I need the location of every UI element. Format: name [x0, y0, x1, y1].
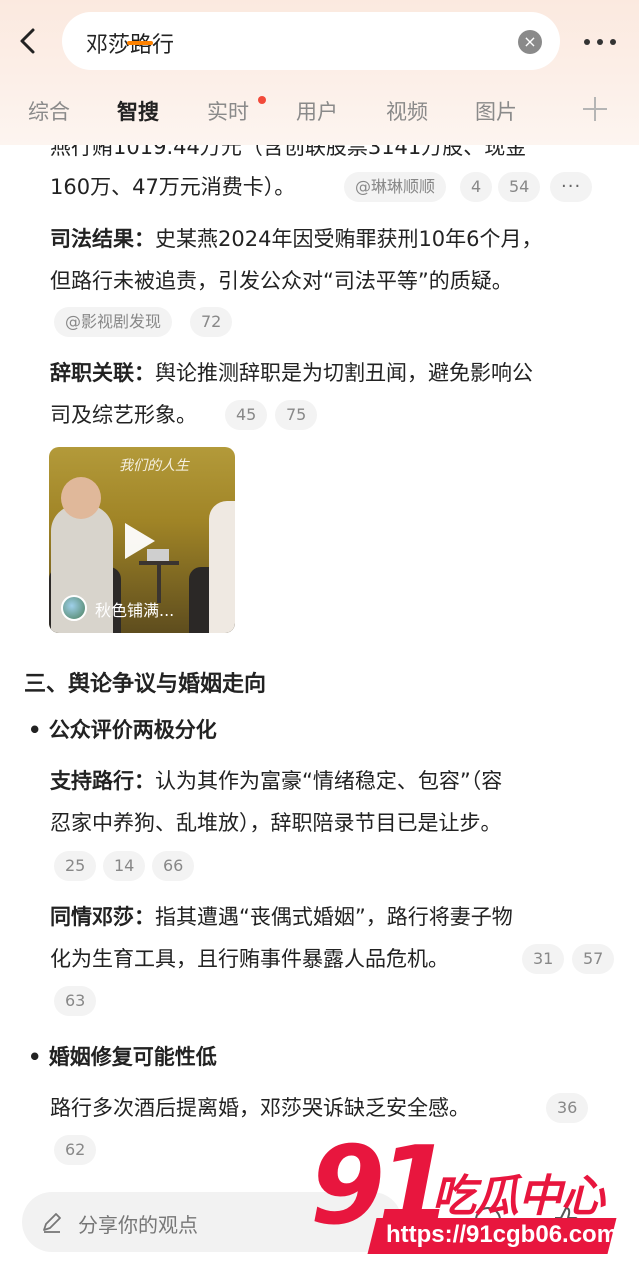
tab-images[interactable]: 图片: [475, 96, 517, 126]
bullet-heading: • 公众评价两极分化: [28, 718, 217, 742]
reference-chip[interactable]: 4: [460, 172, 493, 202]
reference-chip[interactable]: 75: [275, 400, 318, 430]
reference-chip[interactable]: 36: [546, 1093, 589, 1123]
reference-chip[interactable]: 45: [225, 400, 268, 430]
clear-icon[interactable]: ×: [518, 30, 542, 54]
support-label: 支持路行：: [50, 769, 155, 793]
reference-chip[interactable]: 54: [498, 172, 541, 202]
sympathy-label: 同情邓莎：: [50, 905, 155, 929]
video-logo: 我们的人生: [119, 458, 189, 474]
resign-paragraph: 辞职关联：舆论推测辞职是为切割丑闻，避免影响公: [50, 358, 533, 388]
judicial-text: 史某燕2024年因受贿罪获刑10年6个月，: [155, 227, 543, 251]
support-paragraph: 支持路行：认为其作为富豪“情绪稳定、包容”（容: [50, 766, 502, 796]
video-author: 秋色铺满...: [95, 601, 175, 620]
more-options-icon[interactable]: [582, 26, 618, 56]
reference-chip[interactable]: 62: [54, 1135, 97, 1165]
resign-text: 舆论推测辞职是为切割丑闻，避免影响公: [155, 361, 533, 385]
reference-chip[interactable]: 63: [54, 986, 97, 1016]
support-text: 认为其作为富豪“情绪稳定、包容”（容: [155, 769, 503, 793]
support-text-line2: 忍家中养狗、乱堆放），辞职陪录节目已是让步。: [50, 811, 502, 835]
tab-comprehensive[interactable]: 综合: [28, 96, 70, 126]
result-content: 燕行贿1019.44万元（含创联股票3141万股、现金 160万、47万元消费卡…: [0, 0, 639, 1280]
play-icon[interactable]: [125, 523, 155, 559]
tab-bar: 综合 智搜 实时 用户 视频 图片: [0, 92, 639, 132]
video-scene: [61, 477, 101, 519]
tab-videos[interactable]: 视频: [386, 96, 428, 126]
reference-chip[interactable]: 57: [572, 944, 615, 974]
comment-placeholder: 分享你的观点: [78, 1213, 198, 1237]
bullet-heading-text: 公众评价两极分化: [48, 718, 217, 742]
reference-chip[interactable]: 14: [103, 851, 146, 881]
reference-chip[interactable]: 31: [522, 944, 565, 974]
bullet-heading: • 婚姻修复可能性低: [28, 1045, 217, 1069]
back-icon[interactable]: [14, 26, 44, 56]
dot: [597, 39, 603, 45]
tab-smart-search[interactable]: 智搜: [117, 96, 159, 126]
reference-chip[interactable]: 72: [190, 307, 233, 337]
reference-chip[interactable]: 25: [54, 851, 97, 881]
dot: [610, 39, 616, 45]
resign-label: 辞职关联：: [50, 361, 155, 385]
notification-dot: [258, 96, 266, 104]
reference-chip[interactable]: 66: [152, 851, 195, 881]
watermark: 91 吃瓜中心 https://91cgb06.com: [310, 1132, 630, 1262]
resign-text-line2: 司及综艺形象。: [50, 403, 197, 427]
video-scene: [209, 501, 235, 633]
sympathy-text-line2: 化为生育工具，且行贿事件暴露人品危机。: [50, 947, 449, 971]
search-header: 邓莎路行 × 综合 智搜 实时 用户 视频 图片: [0, 0, 639, 145]
add-tab-icon[interactable]: [583, 97, 607, 121]
tab-realtime[interactable]: 实时: [207, 96, 249, 126]
sympathy-text: 指其遭遇“丧偶式婚姻”，路行将妻子物: [155, 905, 513, 929]
judicial-label: 司法结果：: [50, 227, 155, 251]
video-card[interactable]: 我们的人生 秋色铺满...: [49, 447, 235, 633]
section-title: 三、舆论争议与婚姻走向: [24, 672, 267, 697]
judicial-paragraph: 司法结果：史某燕2024年因受贿罪获刑10年6个月，: [50, 224, 543, 254]
judicial-text-line2: 但路行未被追责，引发公众对“司法平等”的质疑。: [50, 269, 513, 293]
watermark-brand: 吃瓜中心: [432, 1171, 605, 1222]
dot: [584, 39, 590, 45]
active-tab-indicator: [127, 41, 153, 45]
source-chip[interactable]: @影视剧发现: [54, 307, 173, 337]
sympathy-paragraph: 同情邓莎：指其遭遇“丧偶式婚姻”，路行将妻子物: [50, 902, 513, 932]
more-sources-chip[interactable]: ···: [550, 172, 593, 202]
bullet-heading-text: 婚姻修复可能性低: [48, 1045, 217, 1069]
pen-icon: [43, 1213, 61, 1233]
marriage-text: 路行多次酒后提离婚，邓莎哭诉缺乏安全感。: [50, 1096, 470, 1120]
source-chip[interactable]: @琳琳顺顺: [344, 172, 447, 202]
watermark-url: https://91cgb06.com: [386, 1221, 619, 1248]
author-avatar: [61, 595, 87, 621]
tab-users[interactable]: 用户: [296, 96, 338, 126]
text-line: 160万、47万元消费卡）。: [50, 175, 296, 199]
